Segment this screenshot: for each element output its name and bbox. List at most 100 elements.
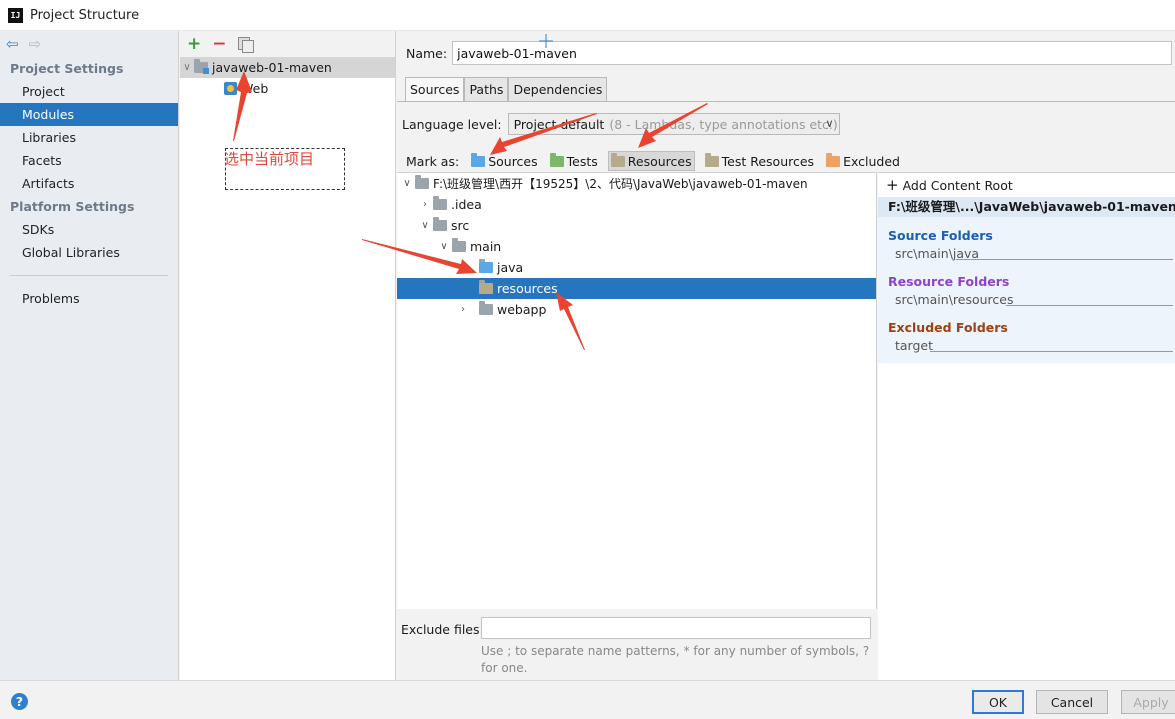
nav-item-artifacts[interactable]: Artifacts <box>0 172 178 195</box>
module-settings-panel: Name: Sources Paths Dependencies Languag… <box>397 31 1175 680</box>
mark-tests-button[interactable]: Tests <box>548 151 600 171</box>
language-level-select[interactable]: Project default (8 - Lambdas, type annot… <box>507 113 840 135</box>
language-level-value: Project default <box>513 116 605 132</box>
mark-resources-button[interactable]: Resources <box>607 151 695 171</box>
mark-test-resources-button[interactable]: Test Resources <box>703 151 816 171</box>
nav-item-modules[interactable]: Modules <box>0 103 178 126</box>
nav-divider <box>10 275 168 276</box>
tests-folder-icon <box>549 152 564 167</box>
copy-module-icon[interactable] <box>237 37 254 53</box>
mark-sources-button[interactable]: Sources <box>469 151 539 171</box>
module-name-input[interactable] <box>452 41 1173 65</box>
chevron-down-icon[interactable]: ∨ <box>399 178 415 189</box>
name-label: Name: <box>406 45 448 61</box>
tree-row-idea[interactable]: › .idea <box>397 194 876 215</box>
module-row-javaweb-01-maven[interactable]: ∨ javaweb-01-maven <box>180 57 395 78</box>
resources-folder-icon <box>610 152 625 167</box>
tree-row-root[interactable]: ∨ F:\班级管理\西开【19525】\2、代码\JavaWeb\javaweb… <box>397 173 876 194</box>
facet-label: Web <box>241 81 269 96</box>
platform-settings-heading: Platform Settings <box>10 199 135 214</box>
source-folders-heading: Source Folders <box>888 228 993 243</box>
module-toolbar: + − <box>180 31 395 57</box>
chevron-down-icon[interactable]: ∨ <box>417 220 433 231</box>
apply-button[interactable]: Apply <box>1121 690 1175 714</box>
nav-item-libraries[interactable]: Libraries <box>0 126 178 149</box>
window-title: Project Structure <box>30 7 140 23</box>
tree-label: resources <box>497 281 558 296</box>
module-row-web[interactable]: Web <box>180 78 395 99</box>
resource-folder-item[interactable]: src\main\resources <box>878 291 1175 309</box>
name-row: Name: <box>397 41 1173 65</box>
nav-item-project[interactable]: Project <box>0 80 178 103</box>
chevron-down-icon[interactable]: ∨ <box>436 241 452 252</box>
folder-icon <box>433 217 447 231</box>
exclude-files-input[interactable] <box>481 617 871 639</box>
plus-icon: + <box>886 176 899 194</box>
sources-folder-icon <box>471 152 486 167</box>
nav-history: ⇦ ⇨ <box>0 31 178 57</box>
content-root-card: F:\班级管理\...\JavaWeb\javaweb-01-maven Sou… <box>878 197 1175 363</box>
tab-divider <box>397 101 1175 102</box>
language-level-row: Language level: Project default (8 - Lam… <box>402 113 840 135</box>
mark-resources-label: Resources <box>627 153 692 169</box>
dialog-button-bar: ? OK Cancel Apply <box>0 680 1175 719</box>
chevron-right-icon[interactable]: › <box>455 304 471 315</box>
cancel-button[interactable]: Cancel <box>1036 690 1108 714</box>
nav-item-sdks[interactable]: SDKs <box>0 218 178 241</box>
chevron-down-icon[interactable]: ∨ <box>180 62 194 73</box>
tab-dependencies[interactable]: Dependencies <box>508 77 608 101</box>
tab-sources[interactable]: Sources <box>405 77 465 101</box>
ok-button[interactable]: OK <box>972 690 1024 714</box>
nav-item-global-libraries[interactable]: Global Libraries <box>0 241 178 264</box>
tree-label: webapp <box>497 302 547 317</box>
content-root-tree[interactable]: ∨ F:\班级管理\西开【19525】\2、代码\JavaWeb\javaweb… <box>397 172 877 609</box>
folder-icon <box>479 301 493 315</box>
module-folder-icon <box>194 59 209 74</box>
annotation-text: 选中当前项目 <box>224 150 315 168</box>
source-folder-item[interactable]: src\main\java <box>878 245 1175 263</box>
mark-excluded-button[interactable]: Excluded <box>824 151 902 171</box>
content-root-path[interactable]: F:\班级管理\...\JavaWeb\javaweb-01-maven <box>878 197 1175 217</box>
resources-folder-icon <box>479 280 493 294</box>
tree-row-java[interactable]: java <box>397 257 876 278</box>
tree-row-resources[interactable]: resources <box>397 278 876 299</box>
tree-label: main <box>470 239 502 254</box>
add-content-root-label: Add Content Root <box>902 177 1013 193</box>
intellij-app-icon: IJ <box>8 7 23 23</box>
mark-test-resources-label: Test Resources <box>721 153 815 169</box>
folder-icon <box>452 238 466 252</box>
add-module-icon[interactable]: + <box>187 35 201 53</box>
module-label: javaweb-01-maven <box>212 60 332 75</box>
tree-label: F:\班级管理\西开【19525】\2、代码\JavaWeb\javaweb-0… <box>433 177 808 191</box>
left-navigation: ⇦ ⇨ Project Settings Project Modules Lib… <box>0 31 179 680</box>
mark-as-label: Mark as: <box>406 153 460 169</box>
excluded-folder-item[interactable]: target <box>878 337 1175 355</box>
tree-row-webapp[interactable]: › webapp <box>397 299 876 320</box>
mark-as-toolbar: Mark as: Sources Tests Resources Test Re… <box>406 151 910 171</box>
help-icon[interactable]: ? <box>11 693 28 710</box>
module-tabs: Sources Paths Dependencies <box>405 77 608 101</box>
chevron-right-icon[interactable]: › <box>417 199 433 210</box>
language-level-label: Language level: <box>402 116 502 132</box>
folder-icon <box>415 175 429 189</box>
tree-label: .idea <box>451 197 482 212</box>
tree-label: java <box>497 260 524 275</box>
tree-row-main[interactable]: ∨ main <box>397 236 876 257</box>
arrow-left-icon[interactable]: ⇦ <box>6 36 19 52</box>
nav-item-problems[interactable]: Problems <box>0 287 178 310</box>
add-content-root-button[interactable]: + Add Content Root <box>878 173 1175 197</box>
nav-item-facets[interactable]: Facets <box>0 149 178 172</box>
resource-folders-heading: Resource Folders <box>888 274 1010 289</box>
folder-icon <box>433 196 447 210</box>
excluded-folders-heading: Excluded Folders <box>888 320 1008 335</box>
tab-paths[interactable]: Paths <box>464 77 509 101</box>
remove-module-icon[interactable]: − <box>212 35 226 53</box>
exclude-files-hint: Use ; to separate name patterns, * for a… <box>481 644 870 675</box>
test-resources-folder-icon <box>704 152 719 167</box>
arrow-right-icon[interactable]: ⇨ <box>29 36 42 52</box>
project-settings-heading: Project Settings <box>10 61 124 76</box>
language-level-hint: (8 - Lambdas, type annotations etc.) <box>609 116 838 132</box>
tree-row-src[interactable]: ∨ src <box>397 215 876 236</box>
exclude-files-section: Exclude files: Use ; to separate name pa… <box>397 617 877 679</box>
title-bar: IJ Project Structure <box>0 0 1175 31</box>
